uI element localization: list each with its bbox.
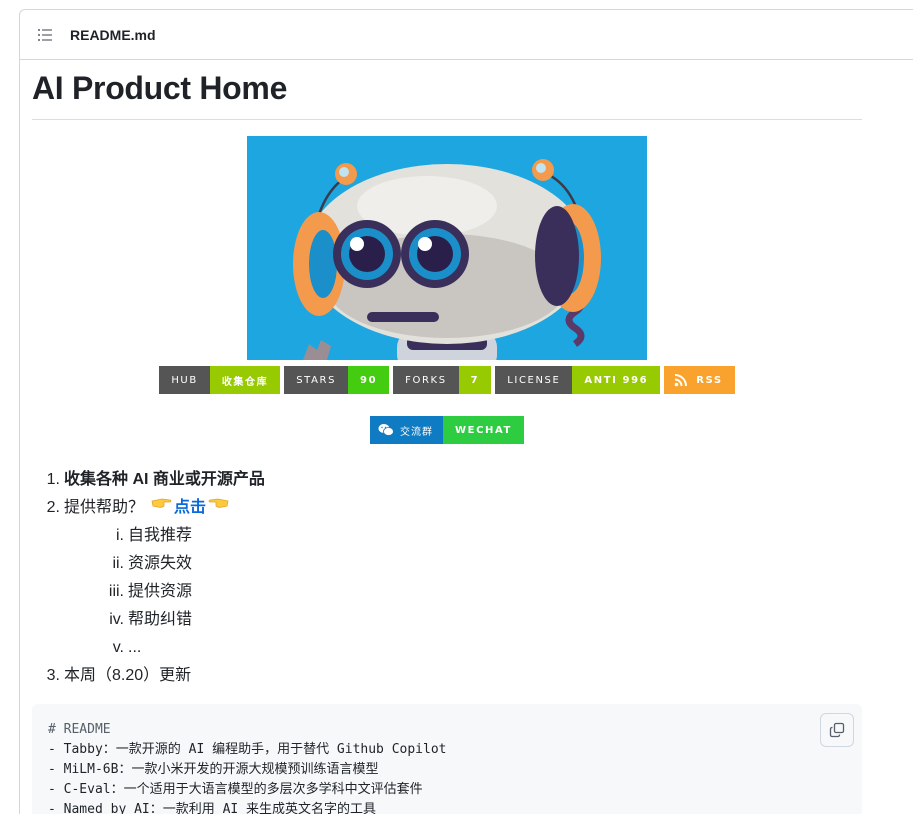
wechat-icon [378,424,394,436]
readme-filename[interactable]: README.md [70,27,156,43]
list-text: 提供帮助？ [64,499,145,516]
code-line: - Tabby：一款开源的 AI 编程助手，用于替代 Github Copilo… [48,742,447,757]
license-badge[interactable]: LICENSE ANTI 996 [495,366,661,394]
list-number: iii. [108,583,124,600]
list-number: 1. [46,471,60,488]
list-item: 3. 本周（8.20）更新 [47,662,862,690]
sub-list-item: iii. 提供资源 [109,578,862,606]
pointing-left-icon [208,498,229,508]
list-text: 收集各种 AI 商业或开源产品 [64,471,265,488]
sub-list-item: i. 自我推荐 [116,522,862,550]
list-item: 1. 收集各种 AI 商业或开源产品 [47,466,862,494]
badge-value: 7 [458,366,492,394]
code-line: - MiLM-6B：一款小米开发的开源大规模预训练语言模型 [48,762,379,777]
list-unordered-icon[interactable] [36,26,54,44]
list-number: ii. [112,555,124,572]
wechat-badge[interactable]: 交流群 WECHAT [370,416,524,444]
badge-label: STARS [284,366,349,394]
forks-badge[interactable]: FORKS 7 [393,366,492,394]
list-number: i. [116,527,124,544]
list-text: 自我推荐 [128,527,193,544]
list-number: iv. [109,611,124,628]
rss-badge[interactable]: RSS [664,366,735,394]
badge-value: WECHAT [443,416,524,444]
list-number: v. [112,639,124,656]
list-text: 资源失效 [128,555,193,572]
sub-list-item: ii. 资源失效 [112,550,862,578]
code-block: # README - Tabby：一款开源的 AI 编程助手，用于替代 Gith… [32,704,862,814]
list-text: 本周（8.20）更新 [64,667,192,684]
robot-hero-image [247,136,647,360]
badge-label: LICENSE [495,366,573,394]
list-text: ... [128,639,142,656]
badge-label: FORKS [393,366,459,394]
sub-list-item: iv. 帮助纠错 [109,606,862,634]
list-number: 3. [46,667,60,684]
sub-list-item: v. ... [113,634,862,662]
badge-value: 90 [348,366,390,394]
badge-value: RSS [696,374,723,386]
list-item: 2. 提供帮助？ 点击 [47,494,862,522]
copy-icon [829,722,845,738]
list-text: 帮助纠错 [128,611,193,628]
list-text: 提供资源 [128,583,193,600]
badge-label: 交流群 [400,426,434,438]
badge-row: HUB 收集仓库 STARS 90 FORKS 7 LICENSE ANTI 9… [32,366,862,394]
help-click-link[interactable]: 点击 [174,494,206,522]
page-title: AI Product Home [32,69,862,120]
readme-article: AI Product Home HUB 收集仓库 STARS 90 FORKS … [32,51,862,814]
code-line: - Named by AI：一款利用 AI 来生成英文名字的工具 [48,802,377,814]
code-line: - C-Eval：一个适用于大语言模型的多层次多学科中文评估套件 [48,782,423,797]
badge-value: 收集仓库 [209,366,281,394]
stars-badge[interactable]: STARS 90 [284,366,390,394]
hub-badge[interactable]: HUB 收集仓库 [159,366,281,394]
code-line: # README [48,722,111,737]
pointing-right-icon [151,498,172,508]
feature-list: 1. 收集各种 AI 商业或开源产品 2. 提供帮助？ 点击 i. 自我推荐 i… [32,466,862,690]
badge-label: HUB [159,366,210,394]
rss-icon [674,374,688,387]
sub-list: i. 自我推荐 ii. 资源失效 iii. 提供资源 iv. 帮助纠错 v. .… [64,522,862,662]
copy-button[interactable] [820,713,854,747]
list-number: 2. [46,499,60,516]
badge-value: ANTI 996 [572,366,661,394]
